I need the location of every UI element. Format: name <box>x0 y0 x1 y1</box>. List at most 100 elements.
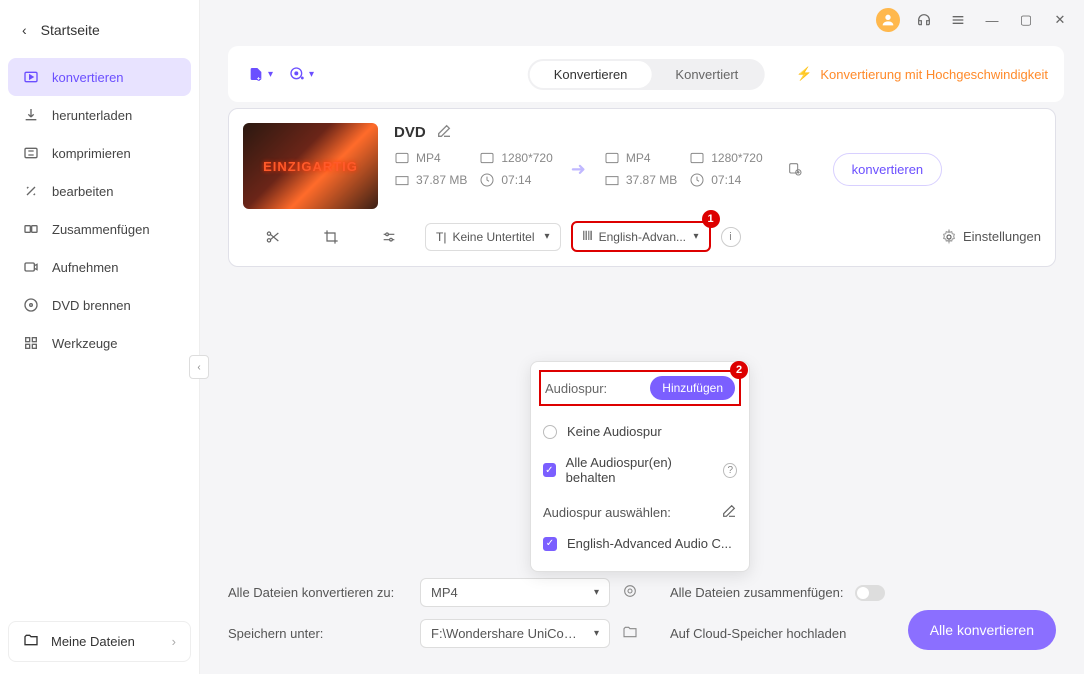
sidebar-label: Zusammenfügen <box>52 222 150 237</box>
sidebar-item-merge[interactable]: Zusammenfügen <box>8 210 191 248</box>
tab-group: Konvertieren Konvertiert <box>528 59 765 90</box>
close-button[interactable]: ✕ <box>1050 10 1070 30</box>
minimize-button[interactable]: — <box>982 10 1002 30</box>
crop-icon[interactable] <box>319 225 343 249</box>
highspeed-toggle[interactable]: ⚡ Konvertierung mit Hochgeschwindigkeit <box>796 66 1048 82</box>
compress-icon <box>22 144 40 162</box>
gear-icon <box>941 229 957 245</box>
radio-icon <box>543 425 557 439</box>
support-icon[interactable] <box>914 10 934 30</box>
chevron-down-icon: ▾ <box>545 231 550 242</box>
audio-value: English-Advan... <box>599 230 686 244</box>
toolbar: ▾ ▾ Konvertieren Konvertiert ⚡ Konvertie… <box>228 46 1064 102</box>
save-path-dropdown[interactable]: F:\Wondershare UniConverter ▾ <box>420 619 610 648</box>
open-folder-icon[interactable] <box>622 624 638 643</box>
annotation-badge-2: 2 <box>730 361 748 379</box>
annotation-badge-1: 1 <box>702 210 720 228</box>
dst-size: 37.87 MB <box>604 172 677 188</box>
output-format-dropdown[interactable]: MP4 ▾ <box>420 578 610 607</box>
output-settings-icon[interactable] <box>783 157 807 181</box>
sidebar-label: bearbeiten <box>52 184 113 199</box>
add-file-button[interactable]: ▾ <box>244 62 277 86</box>
chevron-down-icon: ▾ <box>268 69 273 80</box>
video-thumbnail[interactable]: EINZIGARTIG <box>243 123 378 209</box>
keep-audio-label: Alle Audiospur(en) behalten <box>566 455 708 485</box>
sidebar-label: konvertieren <box>52 70 124 85</box>
file-card: EINZIGARTIG DVD MP4 37.87 MB 1280*720 <box>228 108 1056 267</box>
audio-track-option[interactable]: ✓ English-Advanced Audio C... <box>543 528 737 559</box>
sidebar-item-compress[interactable]: komprimieren <box>8 134 191 172</box>
adjust-icon[interactable] <box>377 225 401 249</box>
sidebar-label: DVD brennen <box>52 298 131 313</box>
no-audio-option[interactable]: Keine Audiospur <box>543 416 737 447</box>
select-audio-label: Audiospur auswählen: <box>543 505 671 520</box>
dst-res: 1280*720 <box>689 150 762 166</box>
no-audio-label: Keine Audiospur <box>567 424 662 439</box>
audio-dropdown[interactable]: ⫴⫴ English-Advan... ▾ <box>571 221 711 252</box>
main-area: — ▢ ✕ ▾ ▾ Konvertieren Konvertiert ⚡ Kon… <box>200 0 1084 674</box>
chevron-down-icon: ▾ <box>594 587 599 598</box>
chevron-down-icon: ▾ <box>694 231 699 242</box>
menu-icon[interactable] <box>948 10 968 30</box>
sidebar-label: herunterladen <box>52 108 132 123</box>
maximize-button[interactable]: ▢ <box>1016 10 1036 30</box>
sidebar-item-tools[interactable]: Werkzeuge <box>8 324 191 362</box>
src-res: 1280*720 <box>479 150 552 166</box>
subtitle-icon: T| <box>436 230 446 244</box>
convert-icon <box>22 68 40 86</box>
sidebar-item-download[interactable]: herunterladen <box>8 96 191 134</box>
chevron-right-icon: › <box>172 634 176 649</box>
src-dur: 07:14 <box>479 172 552 188</box>
sidebar-item-record[interactable]: Aufnehmen <box>8 248 191 286</box>
keep-all-audio-option[interactable]: ✓ Alle Audiospur(en) behalten ? <box>543 447 737 493</box>
sidebar: ‹ Startseite konvertieren herunterladen … <box>0 0 200 674</box>
help-icon[interactable]: ? <box>723 463 737 478</box>
audio-icon: ⫴⫴ <box>583 229 593 244</box>
edit-icon[interactable] <box>721 503 737 522</box>
rename-icon[interactable] <box>436 123 452 142</box>
checkbox-icon: ✓ <box>543 463 556 477</box>
convert-all-button[interactable]: Alle konvertieren <box>908 610 1056 650</box>
subtitle-value: Keine Untertitel <box>452 230 534 244</box>
record-icon <box>22 258 40 276</box>
merge-toggle[interactable] <box>855 585 885 601</box>
settings-label: Einstellungen <box>963 229 1041 244</box>
sidebar-item-edit[interactable]: bearbeiten <box>8 172 191 210</box>
format-settings-icon[interactable] <box>622 583 638 602</box>
titlebar: — ▢ ✕ <box>200 0 1084 40</box>
add-disc-button[interactable]: ▾ <box>285 62 318 86</box>
save-to-label: Speichern unter: <box>228 626 408 641</box>
highspeed-label: Konvertierung mit Hochgeschwindigkeit <box>820 67 1048 82</box>
merge-icon <box>22 220 40 238</box>
arrow-icon: ➜ <box>565 159 592 180</box>
dst-format: MP4 <box>604 150 677 166</box>
sidebar-item-convert[interactable]: konvertieren <box>8 58 191 96</box>
file-title: DVD <box>394 124 426 141</box>
convert-button[interactable]: konvertieren <box>833 153 943 186</box>
convert-all-label: Alle Dateien konvertieren zu: <box>228 585 408 600</box>
subtitle-dropdown[interactable]: T| Keine Untertitel ▾ <box>425 223 561 251</box>
tab-converted[interactable]: Konvertiert <box>651 61 762 88</box>
edit-icon <box>22 182 40 200</box>
info-icon[interactable]: i <box>721 227 741 247</box>
download-icon <box>22 106 40 124</box>
folder-icon <box>23 632 39 651</box>
merge-label: Alle Dateien zusammenfügen: <box>670 585 843 600</box>
chevron-down-icon: ▾ <box>594 628 599 639</box>
audio-dropdown-panel: 2 Audiospur: Hinzufügen Keine Audiospur … <box>530 361 750 572</box>
trim-icon[interactable] <box>261 225 285 249</box>
user-avatar[interactable] <box>876 8 900 32</box>
tab-converting[interactable]: Konvertieren <box>530 61 652 88</box>
checkbox-icon: ✓ <box>543 537 557 551</box>
my-files-button[interactable]: Meine Dateien › <box>8 621 191 662</box>
content: EINZIGARTIG DVD MP4 37.87 MB 1280*720 <box>200 108 1084 564</box>
settings-button[interactable]: Einstellungen <box>941 229 1041 245</box>
add-audio-button[interactable]: Hinzufügen <box>650 376 735 400</box>
bottom-bar: Alle Dateien konvertieren zu: MP4 ▾ Alle… <box>200 564 1084 674</box>
tools-icon <box>22 334 40 352</box>
cloud-upload-link[interactable]: Auf Cloud-Speicher hochladen <box>670 626 846 641</box>
back-icon: ‹ <box>22 22 27 38</box>
home-nav[interactable]: ‹ Startseite <box>8 12 191 48</box>
chevron-down-icon: ▾ <box>309 69 314 80</box>
sidebar-item-dvd[interactable]: DVD brennen <box>8 286 191 324</box>
